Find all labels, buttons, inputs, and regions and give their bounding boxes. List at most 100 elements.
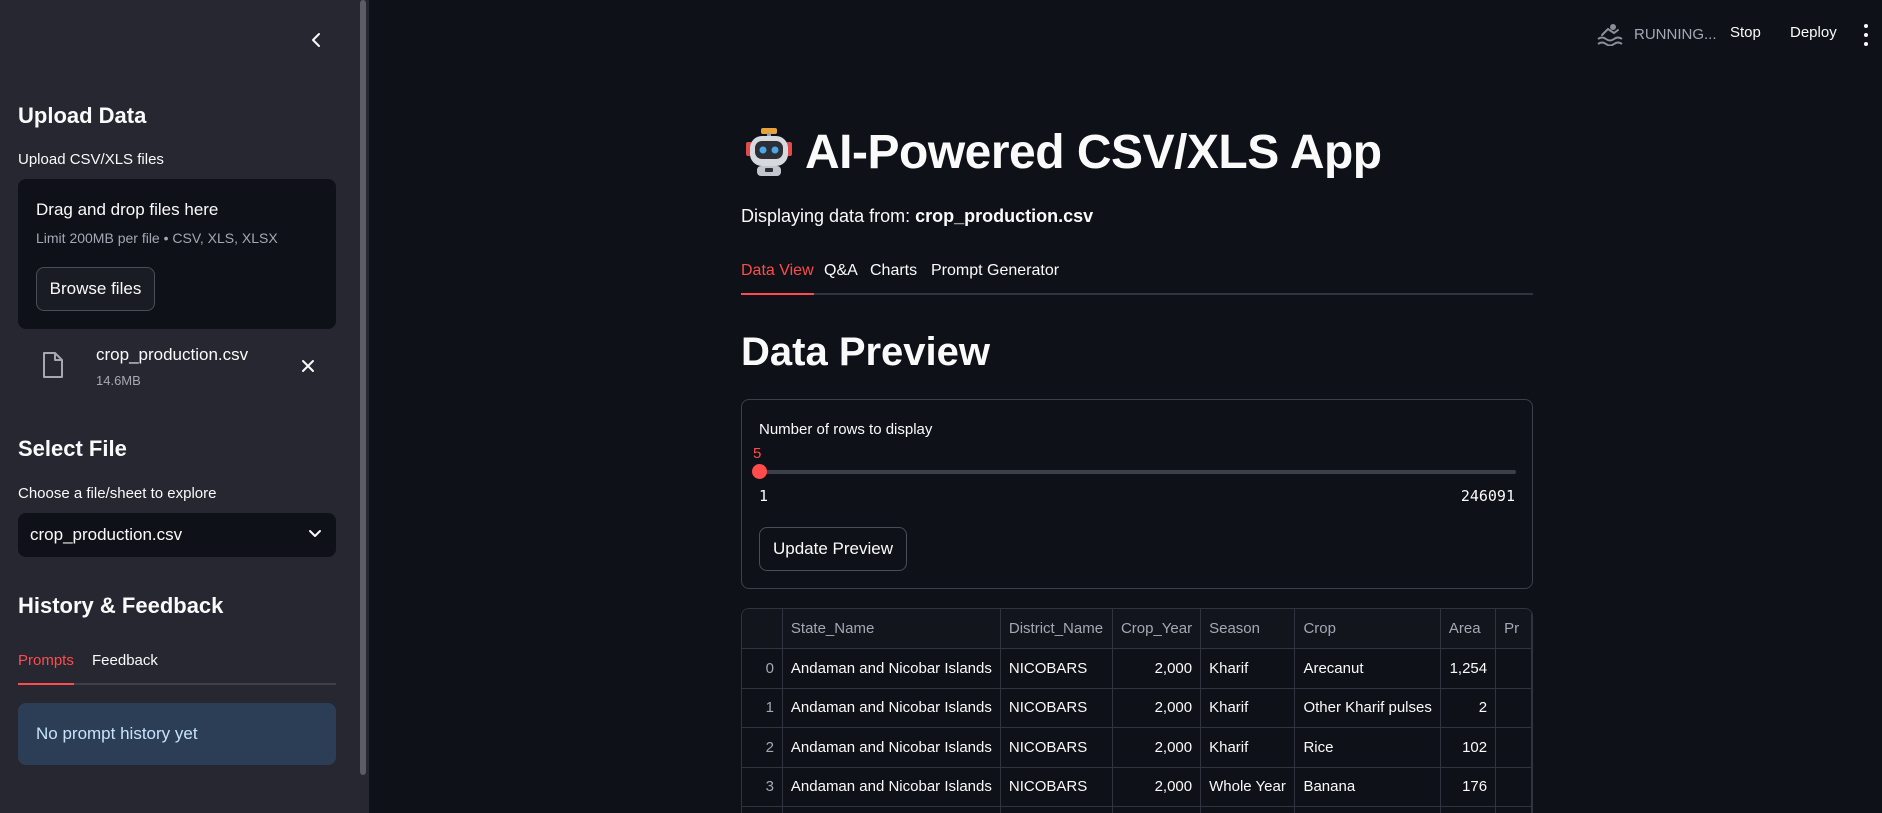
update-preview-button[interactable]: Update Preview — [759, 527, 907, 571]
browse-files-button[interactable]: Browse files — [36, 267, 155, 311]
chevron-down-icon — [309, 530, 321, 537]
table-cell[interactable]: Banana — [1294, 767, 1441, 807]
table-cell[interactable] — [1495, 688, 1532, 728]
table-cell[interactable]: Andaman and Nicobar Islands — [782, 767, 1001, 807]
menu-dot — [1864, 42, 1868, 46]
column-header[interactable]: Crop_Year — [1112, 609, 1202, 649]
table-cell[interactable] — [1294, 806, 1441, 813]
column-header[interactable]: District_Name — [1000, 609, 1113, 649]
table-cell[interactable]: 102 — [1440, 727, 1497, 768]
table-row — [742, 806, 1532, 813]
table-cell[interactable] — [1200, 806, 1296, 813]
column-header[interactable]: Pr — [1495, 609, 1532, 649]
tab-feedback[interactable]: Feedback — [92, 650, 158, 685]
table-cell[interactable]: 2 — [1440, 688, 1497, 728]
column-header[interactable]: Area — [1440, 609, 1497, 649]
table-cell[interactable]: Arecanut — [1294, 648, 1441, 689]
uploaded-file-size: 14.6MB — [96, 373, 141, 388]
table-cell[interactable]: 1,254 — [1440, 648, 1497, 689]
tab-prompts[interactable]: Prompts — [18, 650, 74, 685]
table-cell[interactable]: Rice — [1294, 727, 1441, 768]
collapse-sidebar-button[interactable] — [304, 28, 328, 52]
column-header[interactable]: Season — [1200, 609, 1296, 649]
file-select-dropdown[interactable]: crop_production.csv — [18, 513, 336, 557]
menu-dot — [1864, 24, 1868, 28]
dropzone-title: Drag and drop files here — [36, 200, 219, 219]
data-table[interactable]: State_Name District_Name Crop_Year Seaso… — [741, 608, 1533, 813]
slider-min: 1 — [759, 487, 769, 505]
select-file-label: Choose a file/sheet to explore — [18, 485, 217, 502]
table-row: 2 Andaman and Nicobar Islands NICOBARS 2,00… — [742, 727, 1532, 768]
uploaded-file-item: crop_production.csv 14.6MB — [18, 340, 336, 392]
table-cell[interactable]: NICOBARS — [1000, 727, 1113, 768]
table-cell[interactable]: NICOBARS — [1000, 767, 1113, 807]
upload-label: Upload CSV/XLS files — [18, 151, 164, 168]
column-header[interactable]: Crop — [1294, 609, 1441, 649]
table-cell[interactable]: NICOBARS — [1000, 688, 1113, 728]
file-dropzone[interactable]: Drag and drop files here Limit 200MB per… — [18, 179, 336, 329]
info-message: No prompt history yet — [36, 724, 198, 743]
main-tabs: Data View Q&A Charts Prompt Generator — [741, 258, 1533, 295]
table-cell[interactable]: Andaman and Nicobar Islands — [782, 688, 1001, 728]
subtitle-file: crop_production.csv — [915, 206, 1094, 226]
table-cell[interactable] — [1495, 767, 1532, 807]
row-index-cell[interactable]: 3 — [742, 767, 783, 807]
running-status: RUNNING... — [1596, 22, 1717, 46]
table-cell[interactable]: 2,000 — [1112, 648, 1202, 689]
subtitle-prefix: Displaying data from: — [741, 206, 916, 226]
section-title: Data Preview — [741, 330, 991, 374]
slider-label: Number of rows to display — [759, 421, 933, 438]
prompt-history-info: No prompt history yet — [18, 703, 336, 765]
slider-value: 5 — [753, 445, 762, 462]
table-cell[interactable]: Andaman and Nicobar Islands — [782, 648, 1001, 689]
tab-charts[interactable]: Charts — [870, 262, 917, 295]
table-cell[interactable]: 2,000 — [1112, 688, 1202, 728]
table-row: 1 Andaman and Nicobar Islands NICOBARS 2,00… — [742, 688, 1532, 728]
robot-icon — [746, 128, 792, 176]
table-cell[interactable] — [1000, 806, 1113, 813]
table-cell[interactable]: NICOBARS — [1000, 648, 1113, 689]
table-cell[interactable]: Kharif — [1200, 688, 1296, 728]
table-cell[interactable]: Andaman and Nicobar Islands — [782, 727, 1001, 768]
slider-max: 246091 — [1460, 487, 1515, 505]
history-tabs: Prompts Feedback — [18, 650, 336, 685]
rows-slider-thumb[interactable] — [752, 464, 767, 479]
table-cell[interactable] — [1440, 806, 1497, 813]
table-cell[interactable] — [1495, 727, 1532, 768]
menu-dot — [1864, 33, 1868, 37]
table-cell[interactable] — [782, 806, 1001, 813]
table-cell[interactable]: 2,000 — [1112, 767, 1202, 807]
running-text: RUNNING... — [1634, 25, 1717, 43]
row-index-cell[interactable]: 0 — [742, 648, 783, 689]
tab-data-view[interactable]: Data View — [741, 262, 814, 295]
subtitle: Displaying data from: crop_production.cs… — [741, 206, 1093, 227]
table-row: 0 Andaman and Nicobar Islands NICOBARS 2,00… — [742, 648, 1532, 689]
table-cell[interactable]: Other Kharif pulses — [1294, 688, 1441, 728]
table-header-row: State_Name District_Name Crop_Year Seaso… — [742, 609, 1532, 649]
sidebar-scrollbar[interactable] — [360, 0, 366, 775]
column-header[interactable] — [742, 609, 783, 649]
table-cell[interactable]: Kharif — [1200, 727, 1296, 768]
preview-form: Number of rows to display 5 1 246091 Upd… — [741, 399, 1533, 589]
swimmer-icon — [1597, 24, 1623, 46]
row-index-cell[interactable]: 1 — [742, 688, 783, 728]
main-menu-button[interactable] — [1858, 24, 1874, 46]
table-cell[interactable]: Whole Year — [1200, 767, 1296, 807]
table-cell[interactable]: Kharif — [1200, 648, 1296, 689]
dropzone-limit: Limit 200MB per file • CSV, XLS, XLSX — [36, 230, 278, 246]
tab-qa[interactable]: Q&A — [824, 262, 858, 295]
table-cell[interactable] — [1495, 806, 1532, 813]
table-cell[interactable]: 2,000 — [1112, 727, 1202, 768]
table-cell[interactable] — [1112, 806, 1202, 813]
column-header[interactable]: State_Name — [782, 609, 1001, 649]
table-cell[interactable] — [1495, 648, 1532, 689]
remove-file-button[interactable] — [298, 356, 318, 376]
row-index-cell[interactable] — [742, 806, 783, 813]
stop-button[interactable]: Stop — [1730, 24, 1761, 41]
rows-slider-track[interactable] — [759, 470, 1516, 474]
table-cell[interactable]: 176 — [1440, 767, 1497, 807]
row-index-cell[interactable]: 2 — [742, 727, 783, 768]
title-text: AI-Powered CSV/XLS App — [805, 125, 1382, 179]
tab-prompt-generator[interactable]: Prompt Generator — [931, 262, 1059, 295]
deploy-button[interactable]: Deploy — [1790, 24, 1837, 41]
